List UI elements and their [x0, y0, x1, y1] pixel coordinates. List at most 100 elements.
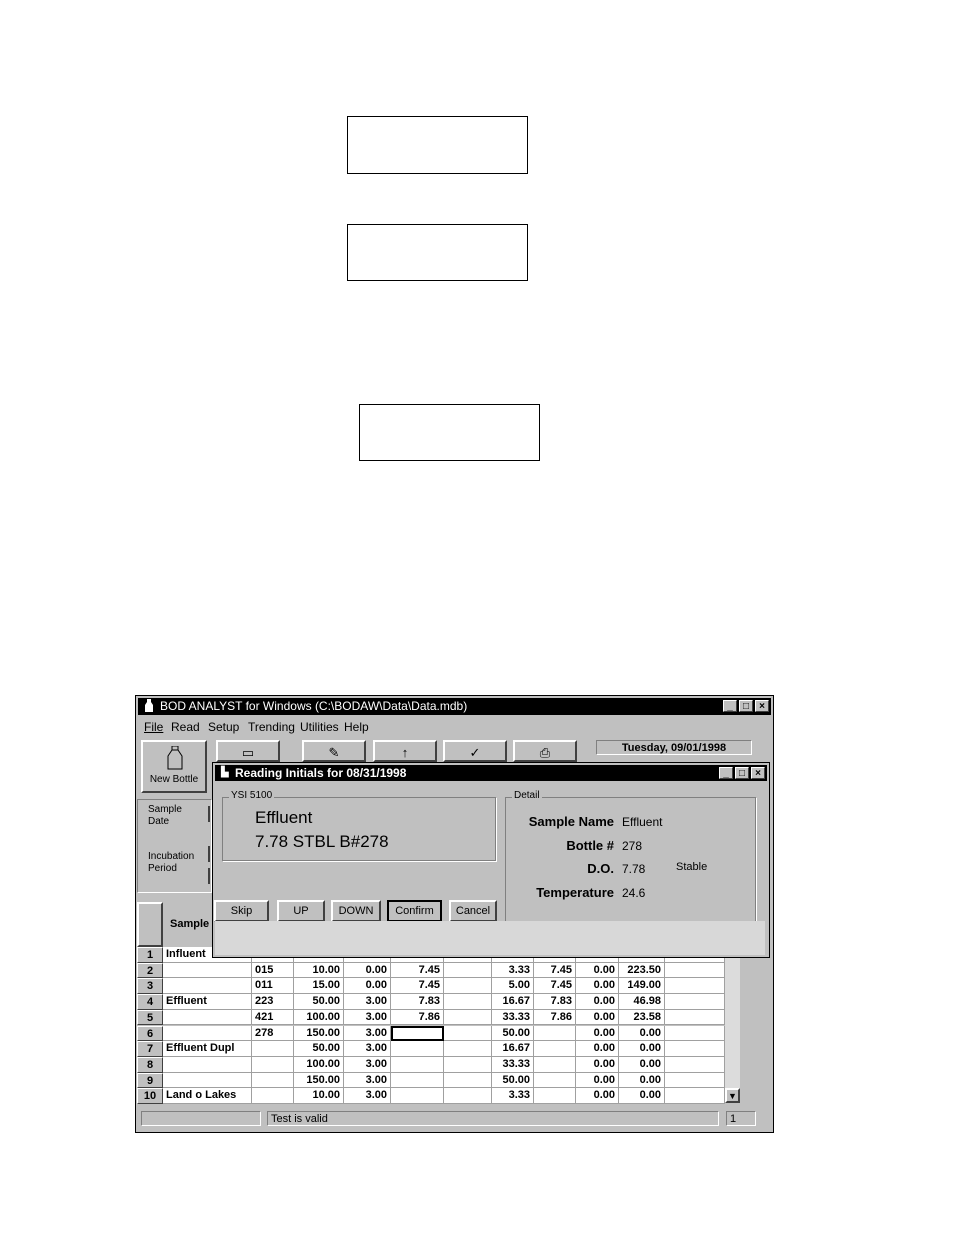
grid-cell-c9[interactable]	[665, 1041, 725, 1057]
grid-cell-c4[interactable]	[444, 1088, 492, 1104]
grid-cell-c1[interactable]: 50.00	[294, 1041, 344, 1057]
grid-cell-c7[interactable]: 0.00	[576, 1009, 619, 1026]
grid-cell-c7[interactable]: 0.00	[576, 1072, 619, 1089]
grid-cell-c9[interactable]	[665, 1056, 725, 1073]
grid-cell-c9[interactable]	[665, 1009, 725, 1026]
grid-cell-c9[interactable]	[665, 962, 725, 979]
grid-cell-bottle[interactable]	[252, 1041, 294, 1057]
grid-cell-c3[interactable]	[391, 1072, 444, 1089]
grid-cell-c6[interactable]: 7.86	[534, 1009, 576, 1026]
grid-cell-c8[interactable]: 223.50	[619, 962, 665, 979]
grid-cell-c4[interactable]	[444, 1025, 492, 1042]
grid-cell-sample[interactable]	[163, 978, 252, 995]
grid-cell-sample[interactable]	[163, 1009, 252, 1026]
grid-cell-c8[interactable]: 46.98	[619, 994, 665, 1010]
grid-cell-c8[interactable]: 0.00	[619, 1056, 665, 1073]
row-number[interactable]: 5	[137, 1009, 163, 1026]
grid-cell-c6[interactable]: 7.83	[534, 994, 576, 1010]
row-number[interactable]: 7	[137, 1041, 163, 1057]
cancel-button[interactable]: Cancel	[449, 900, 497, 922]
grid-cell-c8[interactable]: 0.00	[619, 1025, 665, 1042]
grid-cell-c9[interactable]	[665, 1025, 725, 1042]
grid-cell-sample[interactable]: Effluent	[163, 994, 252, 1010]
grid-cell-c4[interactable]	[444, 978, 492, 995]
grid-cell-c3[interactable]: 7.45	[391, 962, 444, 979]
grid-cell-c6[interactable]: 7.45	[534, 962, 576, 979]
row-number[interactable]: 3	[137, 978, 163, 995]
grid-cell-c3[interactable]	[391, 1056, 444, 1073]
toolbar-button-card[interactable]: ▭	[216, 740, 280, 762]
grid-cell-c5[interactable]: 3.33	[492, 1088, 534, 1104]
grid-cell-bottle[interactable]	[252, 1056, 294, 1073]
grid-cell-c9[interactable]	[665, 978, 725, 995]
grid-cell-c7[interactable]: 0.00	[576, 962, 619, 979]
grid-cell-bottle[interactable]	[252, 1072, 294, 1089]
grid-cell-c5[interactable]: 16.67	[492, 994, 534, 1010]
grid-cell-sample[interactable]	[163, 1025, 252, 1042]
grid-cell-c5[interactable]: 50.00	[492, 1072, 534, 1089]
grid-cell-c4[interactable]	[444, 962, 492, 979]
grid-cell-c8[interactable]: 0.00	[619, 1072, 665, 1089]
row-number[interactable]: 9	[137, 1072, 163, 1089]
grid-cell-c9[interactable]	[665, 994, 725, 1010]
scroll-down-button[interactable]: ▼	[725, 1088, 740, 1103]
grid-cell-c8[interactable]: 0.00	[619, 1041, 665, 1057]
grid-cell-bottle[interactable]: 015	[252, 962, 294, 979]
grid-cell-c6[interactable]	[534, 1072, 576, 1089]
grid-cell-c9[interactable]	[665, 1072, 725, 1089]
dialog-close-button[interactable]: ×	[751, 767, 765, 779]
grid-cell-c1[interactable]: 15.00	[294, 978, 344, 995]
grid-cell-c5[interactable]: 5.00	[492, 978, 534, 995]
grid-cell-c4[interactable]	[444, 994, 492, 1010]
grid-cell-c6[interactable]	[534, 1025, 576, 1042]
grid-cell-c6[interactable]	[534, 1088, 576, 1104]
grid-cell-c9[interactable]	[665, 1088, 725, 1104]
grid-cell-c8[interactable]: 149.00	[619, 978, 665, 995]
grid-cell-bottle[interactable]: 223	[252, 994, 294, 1010]
grid-cell-c4[interactable]	[444, 1072, 492, 1089]
dialog-minimize-button[interactable]: _	[719, 767, 733, 779]
down-button[interactable]: DOWN	[331, 900, 381, 922]
row-number[interactable]: 2	[137, 962, 163, 979]
grid-cell-sample[interactable]	[163, 1072, 252, 1089]
grid-cell-c4[interactable]	[444, 1009, 492, 1026]
grid-cell-bottle[interactable]: 011	[252, 978, 294, 995]
grid-cell-c2[interactable]: 3.00	[344, 1072, 391, 1089]
grid-cell-c6[interactable]	[534, 1056, 576, 1073]
grid-cell-c2[interactable]: 3.00	[344, 1056, 391, 1073]
grid-cell-sample[interactable]: Effluent Dupl	[163, 1041, 252, 1057]
grid-cell-c1[interactable]: 150.00	[294, 1025, 344, 1042]
confirm-button[interactable]: Confirm	[387, 900, 442, 922]
grid-cell-c7[interactable]: 0.00	[576, 1025, 619, 1042]
grid-cell-c8[interactable]: 0.00	[619, 1088, 665, 1104]
grid-cell-c2[interactable]: 0.00	[344, 978, 391, 995]
row-number[interactable]: 6	[137, 1025, 163, 1042]
grid-cell-c1[interactable]: 10.00	[294, 962, 344, 979]
grid-cell-c2[interactable]: 3.00	[344, 1009, 391, 1026]
grid-cell-c1[interactable]: 50.00	[294, 994, 344, 1010]
toolbar-button-meter[interactable]: ✎	[302, 740, 366, 762]
row-number[interactable]: 8	[137, 1056, 163, 1073]
grid-cell-c3[interactable]: 7.86	[391, 1009, 444, 1026]
grid-cell-c1[interactable]: 10.00	[294, 1088, 344, 1104]
minimize-button[interactable]: _	[723, 700, 737, 712]
grid-cell-c6[interactable]	[534, 1041, 576, 1057]
toolbar-button-check[interactable]: ✓	[443, 740, 507, 762]
grid-cell-c2[interactable]: 3.00	[344, 1088, 391, 1104]
dialog-maximize-button[interactable]: □	[735, 767, 749, 779]
grid-cell-c3[interactable]	[391, 1041, 444, 1057]
grid-cell-bottle[interactable]	[252, 1088, 294, 1104]
new-bottle-button[interactable]: New Bottle	[141, 740, 207, 793]
grid-cell-c6[interactable]: 7.45	[534, 978, 576, 995]
grid-cell-c3[interactable]: 7.83	[391, 994, 444, 1010]
toolbar-button-probe[interactable]: ↑	[373, 740, 437, 762]
grid-cell-c5[interactable]: 33.33	[492, 1009, 534, 1026]
grid-cell-bottle[interactable]: 278	[252, 1025, 294, 1042]
grid-cell-c3[interactable]: 7.45	[391, 978, 444, 995]
grid-cell-c5[interactable]: 16.67	[492, 1041, 534, 1057]
grid-cell-c2[interactable]: 3.00	[344, 994, 391, 1010]
grid-cell-bottle[interactable]: 421	[252, 1009, 294, 1026]
grid-cell-c1[interactable]: 150.00	[294, 1072, 344, 1089]
grid-cell-c7[interactable]: 0.00	[576, 1041, 619, 1057]
toolbar-button-print[interactable]: ⎙	[513, 740, 577, 762]
